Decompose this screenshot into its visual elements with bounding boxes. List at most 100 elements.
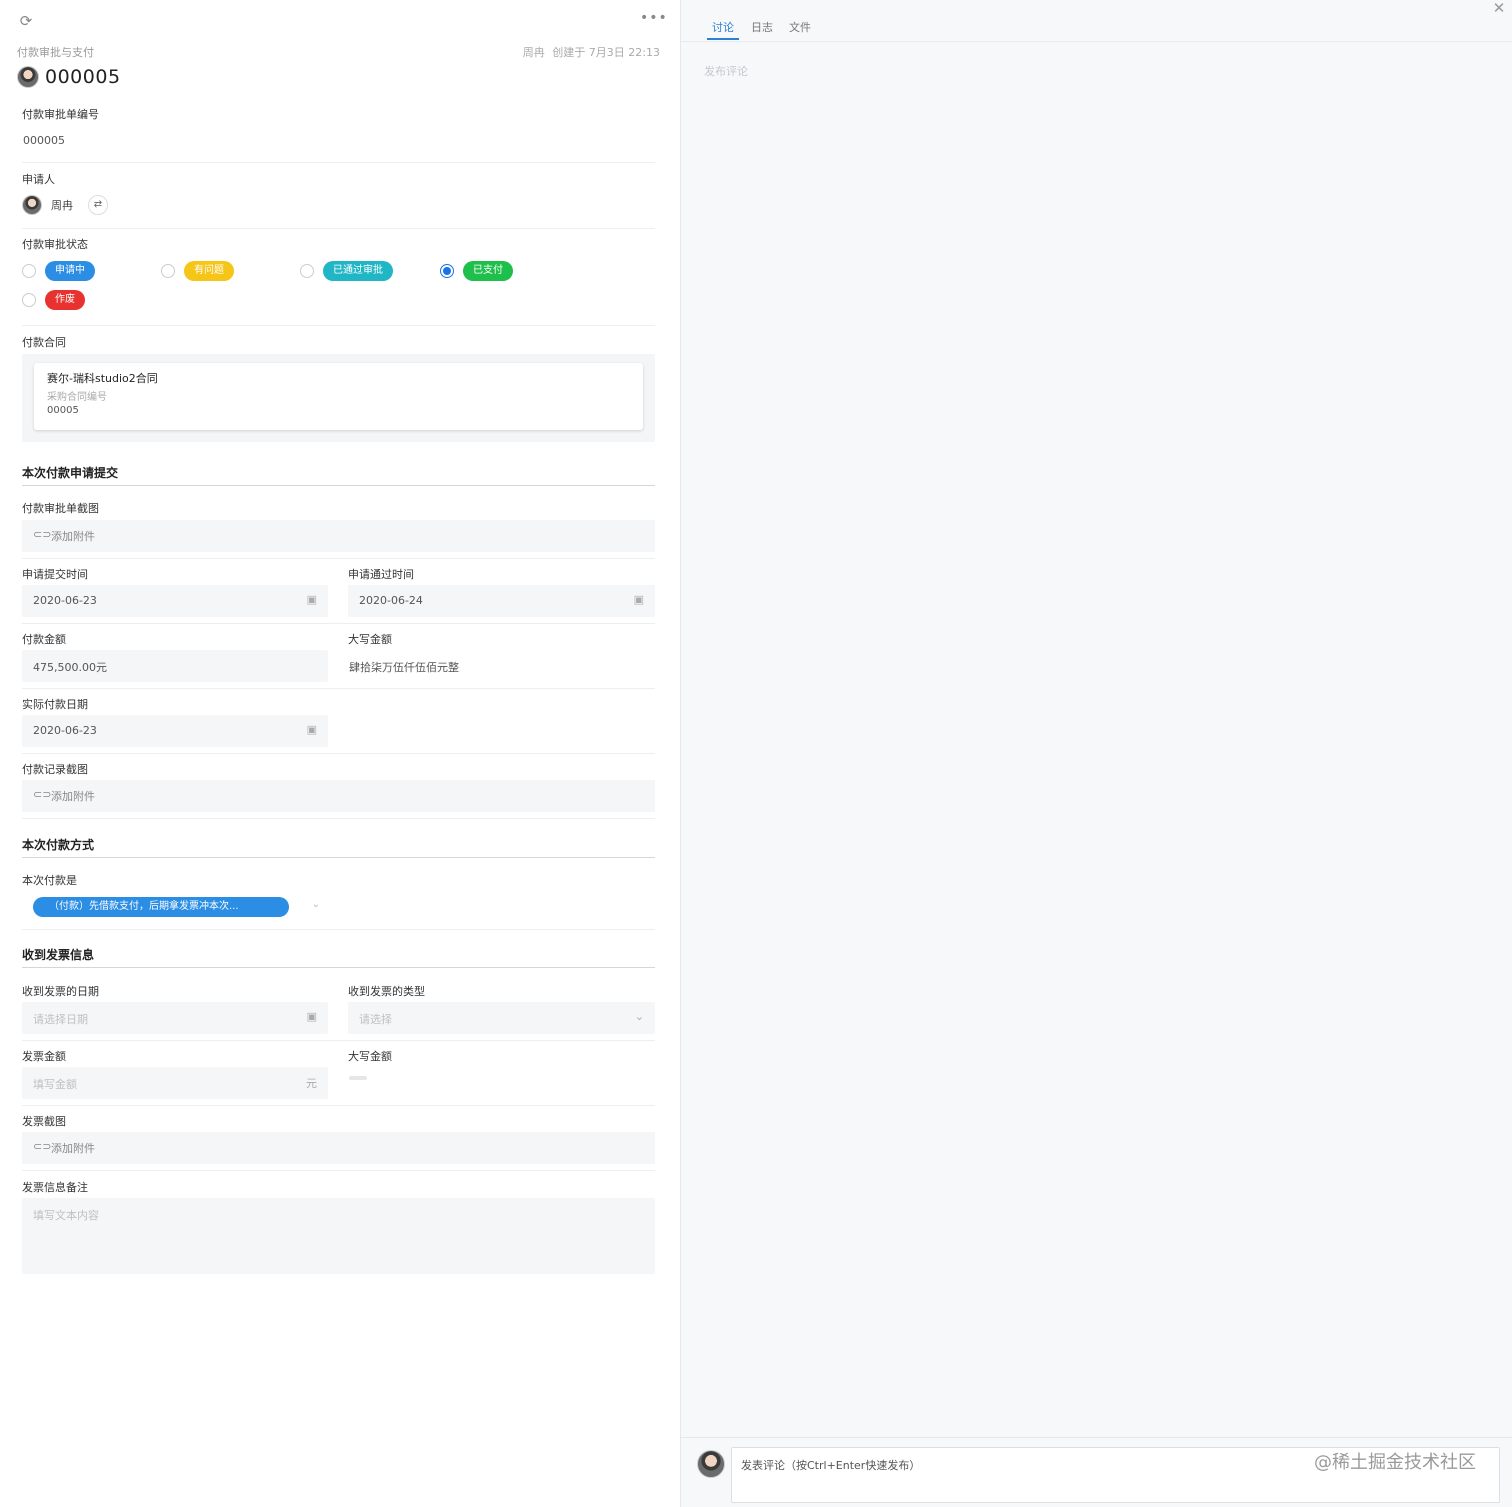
calendar-icon: ▣ — [306, 593, 317, 606]
divider — [22, 753, 655, 754]
contract-card[interactable]: 赛尔-瑞科studio2合同 采购合同编号 00005 — [34, 363, 643, 430]
status-tag: 有问题 — [184, 261, 234, 281]
tab-files[interactable]: 文件 — [789, 19, 811, 35]
invoice-date-input[interactable]: 请选择日期 ▣ — [22, 1002, 328, 1034]
calendar-icon: ▣ — [306, 723, 317, 736]
invoice-amount-placeholder: 填写金额 — [33, 1078, 77, 1091]
contract-field: 赛尔-瑞科studio2合同 采购合同编号 00005 — [22, 354, 655, 442]
contract-name: 赛尔-瑞科studio2合同 — [47, 372, 158, 385]
applicant-field: 周冉 ⇄ — [22, 195, 108, 215]
status-tag: 已支付 — [463, 261, 513, 281]
record-detail-panel: ⟳ ••• 付款审批与支付 周冉 创建于 7月3日 22:13 000005 付… — [0, 0, 680, 1507]
empty-value-placeholder — [349, 1076, 367, 1080]
invoice-note-placeholder: 填写文本内容 — [33, 1209, 99, 1222]
radio-button[interactable] — [440, 264, 454, 278]
record-title-row: 000005 — [17, 66, 121, 88]
paperclip-icon: ⊂⊃ — [33, 788, 52, 801]
add-attachment-button[interactable]: ⊂⊃ 添加附件 — [22, 520, 655, 552]
invoice-amount-label: 发票金额 — [22, 1050, 66, 1063]
radio-button[interactable] — [161, 264, 175, 278]
status-option-applying[interactable]: 申请中 — [22, 261, 95, 281]
divider — [22, 162, 655, 163]
invoice-type-label: 收到发票的类型 — [348, 985, 425, 998]
applicant-avatar — [22, 195, 42, 215]
payment-method-select[interactable]: （付款）先借款支付，后期拿发票冲本次... ⌄ — [22, 891, 328, 923]
divider — [22, 623, 655, 624]
status-option-void[interactable]: 作废 — [22, 290, 85, 310]
tab-log[interactable]: 日志 — [751, 19, 773, 35]
actual-date-input[interactable]: 2020-06-23 ▣ — [22, 715, 328, 747]
invoice-type-placeholder: 请选择 — [359, 1013, 392, 1026]
tab-discussion[interactable]: 讨论 — [712, 19, 734, 35]
upper-amount-value: 肆拾柒万伍仟伍佰元整 — [349, 661, 459, 674]
amount-label: 付款金额 — [22, 633, 66, 646]
creator-name: 周冉 — [522, 46, 545, 59]
invoice-note-textarea[interactable]: 填写文本内容 — [22, 1198, 655, 1274]
pass-time-input[interactable]: 2020-06-24 ▣ — [348, 585, 655, 617]
paperclip-icon: ⊂⊃ — [33, 528, 52, 541]
upper-amount-label: 大写金额 — [348, 633, 392, 646]
breadcrumb[interactable]: 付款审批与支付 — [17, 44, 94, 60]
invoice-upper-label: 大写金额 — [348, 1050, 392, 1063]
payment-method-chip: （付款）先借款支付，后期拿发票冲本次... — [33, 897, 289, 917]
radio-button[interactable] — [300, 264, 314, 278]
submit-time-label: 申请提交时间 — [22, 568, 88, 581]
more-icon[interactable]: ••• — [640, 10, 667, 28]
contract-sub-label: 采购合同编号 — [47, 392, 107, 403]
paperclip-icon: ⊂⊃ — [33, 1140, 52, 1153]
avatar — [17, 66, 39, 88]
method-label: 本次付款是 — [22, 874, 77, 887]
pass-time-label: 申请通过时间 — [348, 568, 414, 581]
invoice-screenshot-label: 发票截图 — [22, 1115, 66, 1128]
close-icon[interactable]: ✕ — [1491, 0, 1507, 16]
status-tag: 已通过审批 — [323, 261, 393, 281]
activity-tabs: 讨论 日志 文件 — [681, 0, 1512, 42]
radio-button[interactable] — [22, 264, 36, 278]
created-time: 创建于 7月3日 22:13 — [552, 46, 660, 59]
submit-time-input[interactable]: 2020-06-23 ▣ — [22, 585, 328, 617]
swap-applicant-icon[interactable]: ⇄ — [88, 195, 108, 215]
activity-panel: 讨论 日志 文件 ✕ 发布评论 发表评论（按Ctrl+Enter快速发布） — [680, 0, 1512, 1507]
section-title-method: 本次付款方式 — [22, 838, 95, 852]
invoice-amount-input[interactable]: 填写金额 元 — [22, 1067, 328, 1099]
section-line — [22, 857, 655, 858]
divider — [22, 818, 655, 819]
section-title-submit: 本次付款申请提交 — [22, 466, 119, 480]
invoice-date-label: 收到发票的日期 — [22, 985, 99, 998]
submit-time-value: 2020-06-23 — [33, 594, 97, 607]
watermark: @稀土掘金技术社区 — [1314, 1452, 1476, 1473]
amount-value: 475,500.00元 — [33, 661, 107, 674]
avatar — [697, 1450, 725, 1478]
invoice-type-select[interactable]: 请选择 ⌄ — [348, 1002, 655, 1034]
divider — [22, 1105, 655, 1106]
section-line — [22, 967, 655, 968]
refresh-icon[interactable]: ⟳ — [17, 12, 35, 30]
divider — [22, 558, 655, 559]
order-no-label: 付款审批单编号 — [22, 108, 99, 121]
add-attachment-button[interactable]: ⊂⊃ 添加附件 — [22, 780, 655, 812]
pass-time-value: 2020-06-24 — [359, 594, 423, 607]
status-option-problem[interactable]: 有问题 — [161, 261, 234, 281]
created-meta: 周冉 创建于 7月3日 22:13 — [519, 44, 660, 60]
add-attachment-button[interactable]: ⊂⊃ 添加附件 — [22, 1132, 655, 1164]
divider — [22, 228, 655, 229]
divider — [22, 929, 655, 930]
divider — [22, 1170, 655, 1171]
radio-button[interactable] — [22, 293, 36, 307]
divider — [22, 688, 655, 689]
amount-input[interactable]: 475,500.00元 — [22, 650, 328, 682]
add-attachment-label: 添加附件 — [51, 530, 95, 543]
chevron-down-icon: ⌄ — [311, 899, 320, 910]
section-title-invoice: 收到发票信息 — [22, 948, 95, 962]
section-line — [22, 485, 655, 486]
page-title: 000005 — [45, 66, 121, 88]
calendar-icon: ▣ — [633, 593, 644, 606]
post-comment-link[interactable]: 发布评论 — [704, 63, 748, 79]
app-root: ⟳ ••• 付款审批与支付 周冉 创建于 7月3日 22:13 000005 付… — [0, 0, 1512, 1507]
status-label: 付款审批状态 — [22, 238, 88, 251]
status-option-approved[interactable]: 已通过审批 — [300, 261, 393, 281]
status-tag: 作废 — [45, 290, 85, 310]
invoice-date-placeholder: 请选择日期 — [33, 1013, 88, 1026]
divider — [22, 325, 655, 326]
status-option-paid[interactable]: 已支付 — [440, 261, 513, 281]
